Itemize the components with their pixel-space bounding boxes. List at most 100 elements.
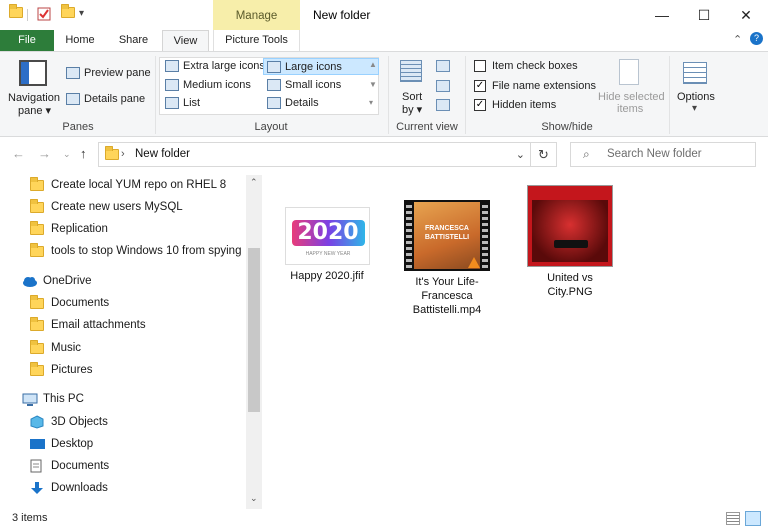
file-name-extensions-checkbox[interactable]: ✓ xyxy=(474,80,486,92)
group-by-icon[interactable] xyxy=(436,60,450,72)
details-view-icon[interactable] xyxy=(726,512,740,525)
nav-pc-label: Downloads xyxy=(51,482,108,494)
file-item[interactable]: FRANCESCA BATTISTELLI It's Your Life- Fr… xyxy=(402,200,492,317)
hide-selected-label: Hide selected xyxy=(598,91,665,103)
file-item[interactable]: 2020 HAPPY NEW YEAR Happy 2020.jfif xyxy=(282,207,372,282)
item-check-boxes-checkbox[interactable] xyxy=(474,60,486,72)
nav-scroll-thumb[interactable] xyxy=(248,248,260,412)
breadcrumb-folder[interactable]: New folder xyxy=(135,148,190,160)
collapse-ribbon-icon[interactable]: ⌃ xyxy=(733,33,742,46)
layout-expand-icon[interactable]: ▾ xyxy=(369,98,373,107)
navigation-pane-dropdown[interactable]: pane ▾ xyxy=(18,104,51,118)
nav-pc-label: Documents xyxy=(51,460,110,472)
nav-pc-item[interactable]: Documents xyxy=(30,456,109,476)
nav-onedrive[interactable]: OneDrive xyxy=(22,271,92,291)
nav-this-pc[interactable]: This PC xyxy=(22,389,84,409)
layout-details[interactable]: Details xyxy=(267,97,319,109)
layout-list[interactable]: List xyxy=(165,97,200,109)
nav-onedrive-item[interactable]: Pictures xyxy=(30,360,93,380)
details-pane-label: Details pane xyxy=(84,93,146,105)
nav-onedrive-item[interactable]: Music xyxy=(30,338,81,358)
add-columns-icon[interactable] xyxy=(436,80,450,92)
nav-pc-item[interactable]: 3D Objects xyxy=(30,412,108,432)
onedrive-cloud-icon xyxy=(23,276,37,287)
hide-selected-label-2: items xyxy=(617,103,644,115)
sort-label: Sort xyxy=(402,91,423,103)
file-name-line: United vs xyxy=(547,272,593,284)
navigation-pane: Create local YUM repo on RHEL 8 Create n… xyxy=(0,175,262,509)
preview-pane-button[interactable]: Preview pane xyxy=(66,67,151,79)
folder-icon xyxy=(30,339,44,354)
customize-toolbar-icon[interactable]: ▾ xyxy=(79,8,84,19)
back-arrow-icon[interactable]: ← xyxy=(12,146,25,161)
tab-home[interactable]: Home xyxy=(58,30,102,51)
search-input[interactable]: Search New folder xyxy=(607,148,702,160)
navigation-pane-button[interactable]: Navigation xyxy=(8,92,60,104)
hide-selected-icon xyxy=(619,59,639,85)
folder-icon xyxy=(30,220,44,235)
maximize-button[interactable]: ☐ xyxy=(689,4,719,26)
hide-selected-button-2[interactable]: items xyxy=(617,103,643,115)
address-dropdown-icon[interactable]: ⌄ xyxy=(516,148,525,161)
video-thumbnail: FRANCESCA BATTISTELLI xyxy=(404,200,490,271)
layout-large-icons[interactable]: Large icons xyxy=(263,58,379,75)
sort-by-dropdown[interactable]: by ▾ xyxy=(402,103,422,117)
nav-pc-item[interactable]: Downloads xyxy=(30,478,108,498)
nav-folder-label: Create new users MySQL xyxy=(51,201,183,213)
hide-selected-button[interactable]: Hide selected xyxy=(598,91,665,103)
options-button[interactable]: Options xyxy=(677,91,715,103)
item-check-boxes-toggle[interactable]: Item check boxes xyxy=(474,60,578,72)
minimize-button[interactable]: — xyxy=(647,4,677,26)
layout-medium-icons[interactable]: Medium icons xyxy=(165,79,251,91)
large-icons-view-icon[interactable] xyxy=(745,511,761,526)
nav-pc-item[interactable]: Desktop xyxy=(30,434,93,454)
help-icon[interactable]: ? xyxy=(750,32,763,45)
nav-pc-label: Desktop xyxy=(51,438,94,450)
search-box[interactable]: ⌕ Search New folder xyxy=(570,142,756,167)
up-arrow-icon[interactable]: ↑ xyxy=(80,146,87,161)
nav-onedrive-item[interactable]: Email attachments xyxy=(30,315,146,335)
scroll-up-icon[interactable]: ⌃ xyxy=(250,177,258,188)
tab-view[interactable]: View xyxy=(162,30,209,52)
file-item[interactable]: United vs City.PNG xyxy=(525,185,615,299)
properties-icon[interactable] xyxy=(37,7,51,21)
nav-folder-label: Replication xyxy=(51,223,108,235)
layout-option-label: Extra large icons xyxy=(183,60,265,72)
tab-file[interactable]: File xyxy=(0,30,54,51)
nav-folder-item[interactable]: Create new users MySQL xyxy=(30,197,183,217)
new-folder-icon[interactable] xyxy=(61,4,75,18)
layout-extra-large-icons[interactable]: Extra large icons xyxy=(165,60,265,72)
forward-arrow-icon[interactable]: → xyxy=(38,146,51,161)
nav-folder-item[interactable]: Replication xyxy=(30,219,108,239)
thumb-title-text: FRANCESCA BATTISTELLI xyxy=(424,225,470,241)
details-pane-icon xyxy=(66,93,80,105)
details-pane-button[interactable]: Details pane xyxy=(66,93,145,105)
nav-onedrive-item[interactable]: Documents xyxy=(30,293,109,313)
options-dropdown-icon[interactable]: ▾ xyxy=(692,103,697,114)
tab-picture-tools[interactable]: Picture Tools xyxy=(213,30,300,51)
hidden-items-checkbox[interactable]: ✓ xyxy=(474,99,486,111)
file-name-line: Francesca xyxy=(421,290,473,302)
nav-folder-item[interactable]: Create local YUM repo on RHEL 8 xyxy=(30,175,226,195)
tab-share[interactable]: Share xyxy=(110,30,157,51)
recent-locations-icon[interactable]: ⌄ xyxy=(63,149,71,160)
size-columns-icon[interactable] xyxy=(436,99,450,111)
window-title: New folder xyxy=(313,8,371,22)
folder-icon xyxy=(105,146,119,160)
hidden-items-toggle[interactable]: ✓ Hidden items xyxy=(474,99,556,111)
navigation-pane-label: Navigation xyxy=(8,92,60,104)
layout-small-icons[interactable]: Small icons xyxy=(267,79,341,91)
layout-scroll-down-icon[interactable]: ▼ xyxy=(369,80,377,89)
layout-scroll-up-icon[interactable]: ▲ xyxy=(369,60,377,69)
nav-folder-item[interactable]: tools to stop Windows 10 from spying xyxy=(30,241,241,261)
file-name-extensions-toggle[interactable]: ✓ File name extensions xyxy=(474,80,596,92)
file-name: It's Your Life- Francesca Battistelli.mp… xyxy=(402,275,492,317)
refresh-button[interactable]: ↻ xyxy=(530,142,557,167)
layout-option-label: Details xyxy=(285,97,319,109)
close-button[interactable]: ✕ xyxy=(731,4,761,26)
address-bar[interactable]: › New folder ⌄ xyxy=(98,142,532,167)
list-icon xyxy=(165,97,179,109)
scroll-down-icon[interactable]: ⌄ xyxy=(250,493,258,504)
folder-icon xyxy=(30,198,44,213)
sort-by-button[interactable]: Sort xyxy=(402,91,422,103)
